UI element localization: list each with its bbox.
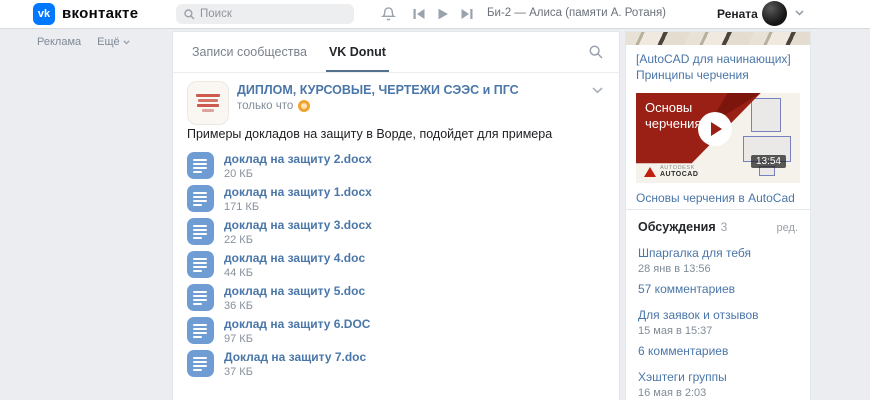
document-icon: [187, 218, 214, 245]
sidebar-item-ads[interactable]: Реклама: [37, 36, 81, 48]
discussions-card: Обсуждения 3 ред. Шпаргалка для тебя 28 …: [625, 209, 811, 400]
wall-search-icon[interactable]: [589, 45, 603, 59]
community-wall-panel: Записи сообщества VK Donut ДИПЛОМ, КУРСО…: [172, 31, 620, 400]
vk-logo-icon[interactable]: vk: [33, 3, 55, 25]
play-button-icon[interactable]: [698, 112, 732, 146]
doc-size: 97 КБ: [224, 333, 253, 345]
post-menu-chevron-icon[interactable]: [592, 87, 603, 94]
discussion-date: 28 янв в 13:56: [638, 263, 711, 275]
doc-size: 37 КБ: [224, 366, 253, 378]
post-text: Примеры докладов на защиту в Ворде, подо…: [187, 127, 553, 141]
promo-post-link[interactable]: [AutoCAD для начинающих] Принципы черчен…: [626, 45, 810, 90]
doc-title-link[interactable]: доклад на защиту 2.docx: [224, 152, 372, 166]
avatar[interactable]: [762, 1, 787, 26]
doc-attachment[interactable]: доклад на защиту 2.docx 20 КБ: [187, 149, 603, 182]
wall-tabs: Записи сообщества VK Donut: [173, 32, 619, 73]
vk-donut-badge-icon: [298, 100, 311, 112]
document-icon: [187, 152, 214, 179]
doc-size: 36 КБ: [224, 300, 253, 312]
video-thumbnail[interactable]: Основы черчения AUTODESK AUTOCAD 13:54: [636, 93, 800, 183]
discussion-date: 15 мая в 15:37: [638, 325, 713, 337]
search-input[interactable]: [200, 8, 354, 20]
tab-vk-donut[interactable]: VK Donut: [326, 32, 389, 72]
discussions-title[interactable]: Обсуждения: [638, 220, 716, 234]
doc-attachment-list: доклад на защиту 2.docx 20 КБ доклад на …: [173, 143, 619, 388]
next-track-icon[interactable]: [461, 8, 473, 20]
discussion-title-link[interactable]: Для заявок и отзывов: [638, 308, 798, 322]
discussions-count: 3: [720, 220, 728, 234]
document-icon: [187, 350, 214, 377]
document-icon: [187, 185, 214, 212]
doc-size: 44 КБ: [224, 267, 253, 279]
discussions-edit-link[interactable]: ред.: [777, 222, 798, 234]
previous-track-icon[interactable]: [413, 8, 425, 20]
doc-attachment[interactable]: доклад на защиту 1.docx 171 КБ: [187, 182, 603, 215]
autodesk-mark-icon: [644, 166, 656, 177]
search-icon: [184, 8, 195, 20]
discussion-title-link[interactable]: Хэштеги группы: [638, 370, 798, 384]
post-timestamp[interactable]: только что: [237, 100, 293, 112]
discussion-date: 16 мая в 2:03: [638, 387, 707, 399]
doc-size: 22 КБ: [224, 234, 253, 246]
sidebar-video-card: [AutoCAD для начинающих] Принципы черчен…: [625, 31, 811, 215]
thumbnail-title: Основы черчения: [645, 100, 702, 131]
discussion-title-link[interactable]: Шпаргалка для тебя: [638, 246, 798, 260]
group-avatar[interactable]: [187, 81, 229, 125]
document-icon: [187, 284, 214, 311]
discussion-comments-link[interactable]: 6 комментариев: [638, 344, 798, 358]
autodesk-logo: AUTODESK AUTOCAD: [644, 165, 698, 178]
doc-attachment[interactable]: доклад на защиту 4.doc 44 КБ: [187, 248, 603, 281]
doc-size: 171 КБ: [224, 201, 260, 213]
promo-image[interactable]: [626, 32, 810, 45]
doc-title-link[interactable]: доклад на защиту 1.docx: [224, 185, 372, 199]
chevron-down-icon: [122, 39, 130, 45]
vk-wordmark[interactable]: вконтакте: [62, 5, 138, 22]
bell-icon[interactable]: [381, 5, 396, 22]
doc-title-link[interactable]: доклад на защиту 3.docx: [224, 218, 372, 232]
play-icon[interactable]: [437, 8, 449, 20]
document-icon: [187, 317, 214, 344]
sidebar-item-more[interactable]: Ещё: [97, 36, 130, 48]
now-playing-title[interactable]: Би-2 — Алиса (памяти А. Ротаня): [487, 7, 666, 19]
doc-title-link[interactable]: Доклад на защиту 7.doc: [224, 350, 366, 364]
doc-title-link[interactable]: доклад на защиту 4.doc: [224, 251, 365, 265]
top-bar: vk вконтакте Би-2 — Алиса (памяти А. Рот…: [0, 0, 870, 28]
group-name-link[interactable]: ДИПЛОМ, КУРСОВЫЕ, ЧЕРТЕЖИ СЭЭС и ПГС: [237, 83, 603, 97]
doc-attachment[interactable]: доклад на защиту 5.doc 36 КБ: [187, 281, 603, 314]
doc-size: 20 КБ: [224, 168, 253, 180]
doc-title-link[interactable]: доклад на защиту 6.DOC: [224, 317, 370, 331]
doc-attachment[interactable]: доклад на защиту 3.docx 22 КБ: [187, 215, 603, 248]
doc-title-link[interactable]: доклад на защиту 5.doc: [224, 284, 365, 298]
post: ДИПЛОМ, КУРСОВЫЕ, ЧЕРТЕЖИ СЭЭС и ПГС тол…: [173, 73, 619, 141]
tab-community-posts[interactable]: Записи сообщества: [189, 32, 310, 72]
doc-attachment[interactable]: Доклад на защиту 7.doc 37 КБ: [187, 347, 603, 380]
discussion-item: Шпаргалка для тебя 28 янв в 13:56 57 ком…: [638, 246, 798, 296]
global-search[interactable]: [176, 4, 354, 24]
discussion-comments-link[interactable]: 57 комментариев: [638, 282, 798, 296]
user-menu-name[interactable]: Рената: [717, 7, 758, 21]
left-nav: Реклама Ещё: [37, 36, 130, 48]
doc-attachment[interactable]: доклад на защиту 6.DOC 97 КБ: [187, 314, 603, 347]
chevron-down-icon[interactable]: [795, 10, 804, 16]
discussion-item: Для заявок и отзывов 15 мая в 15:37 6 ко…: [638, 308, 798, 358]
discussion-item: Хэштеги группы 16 мая в 2:03 3 комментар…: [638, 370, 798, 400]
video-duration-badge: 13:54: [750, 155, 786, 168]
document-icon: [187, 251, 214, 278]
